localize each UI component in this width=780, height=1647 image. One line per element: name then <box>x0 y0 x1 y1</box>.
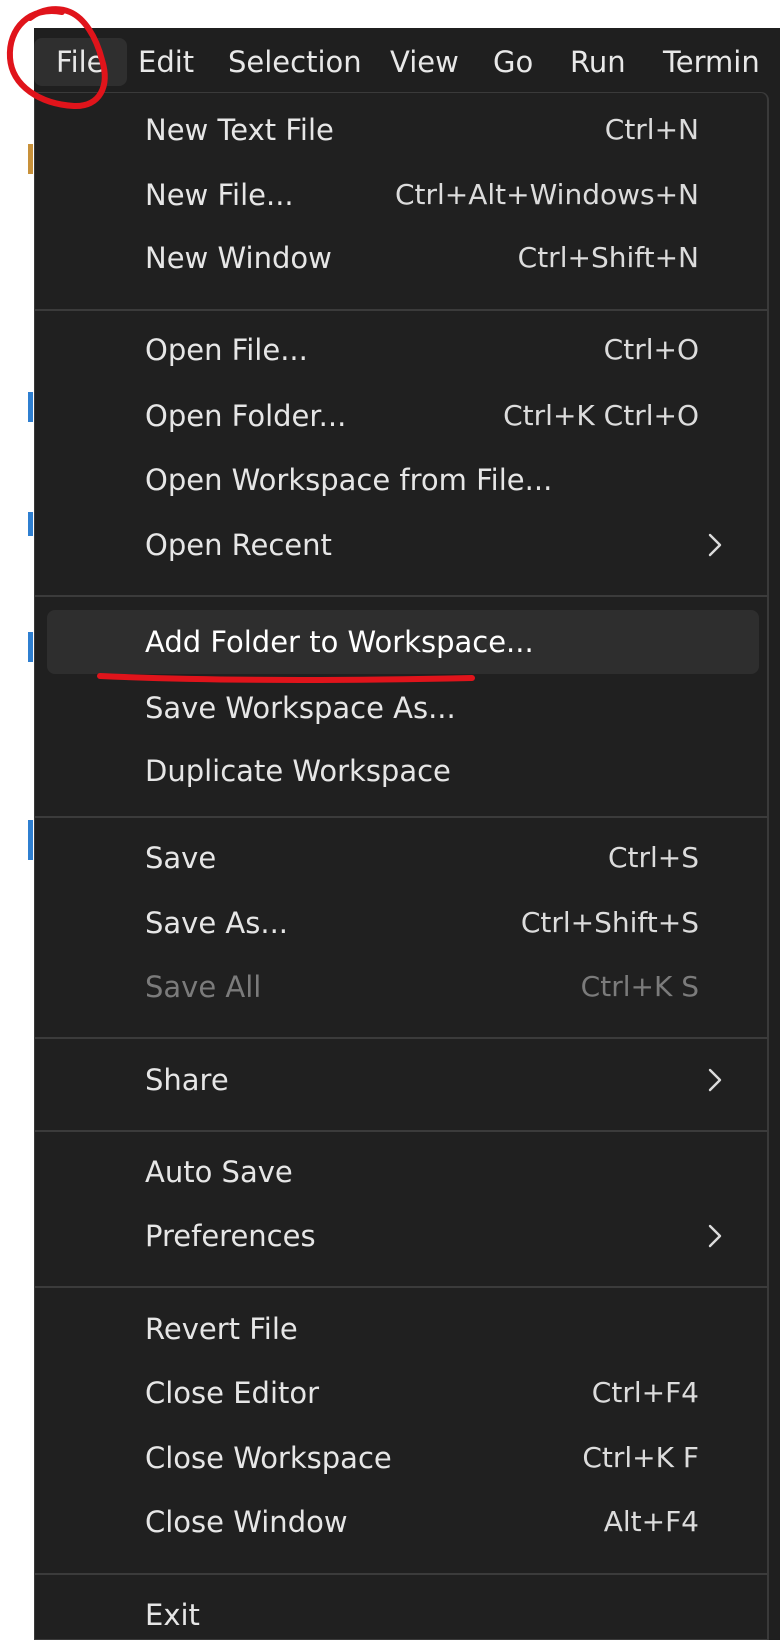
menu-item-share[interactable]: Share <box>47 1048 759 1112</box>
menu-item-label: Open Workspace from File... <box>145 463 553 497</box>
menu-item-label: Duplicate Workspace <box>145 754 451 788</box>
menu-separator <box>35 1130 768 1132</box>
menu-item-close-editor[interactable]: Close Editor Ctrl+F4 <box>47 1361 759 1425</box>
menu-item-exit[interactable]: Exit <box>47 1583 759 1647</box>
gutter-mark <box>28 144 33 174</box>
menubar: File Edit Selection View Go Run Termin <box>34 28 780 92</box>
menu-file[interactable]: File <box>34 38 127 86</box>
menu-item-shortcut: Ctrl+F4 <box>591 1376 699 1409</box>
menu-item-shortcut: Ctrl+Shift+N <box>517 241 699 274</box>
menu-item-label: Preferences <box>145 1219 316 1253</box>
chevron-right-icon <box>708 1068 722 1092</box>
menu-item-label: New Window <box>145 241 332 275</box>
menu-item-label: Open Recent <box>145 528 332 562</box>
menu-item-preferences[interactable]: Preferences <box>47 1204 759 1268</box>
menu-item-label: Save As... <box>145 906 289 940</box>
menu-item-label: Add Folder to Workspace... <box>145 625 534 659</box>
menu-item-shortcut: Ctrl+K S <box>580 970 699 1003</box>
menu-run[interactable]: Run <box>548 38 648 86</box>
menu-separator <box>35 816 768 818</box>
menu-item-label: Close Workspace <box>145 1441 392 1475</box>
menu-selection[interactable]: Selection <box>206 38 384 86</box>
menu-item-label: Open Folder... <box>145 399 347 433</box>
menu-item-label: Open File... <box>145 333 308 367</box>
menu-item-shortcut: Ctrl+Shift+S <box>520 906 699 939</box>
menu-item-label: New File... <box>145 178 294 212</box>
gutter-mark <box>28 820 33 860</box>
menu-item-save-workspace-as[interactable]: Save Workspace As... <box>47 676 759 740</box>
menu-item-shortcut: Ctrl+N <box>604 113 699 146</box>
menu-item-close-workspace[interactable]: Close Workspace Ctrl+K F <box>47 1426 759 1490</box>
menu-item-label: Exit <box>145 1598 200 1632</box>
menu-item-shortcut: Ctrl+O <box>603 333 699 366</box>
menu-item-shortcut: Ctrl+K Ctrl+O <box>503 399 699 432</box>
chevron-right-icon <box>708 1224 722 1248</box>
menu-item-shortcut: Ctrl+S <box>607 841 699 874</box>
menu-view[interactable]: View <box>368 38 481 86</box>
menu-separator <box>35 1573 768 1575</box>
menu-item-open-file[interactable]: Open File... Ctrl+O <box>47 318 759 382</box>
menu-item-open-workspace-from-file[interactable]: Open Workspace from File... <box>47 448 759 512</box>
menu-item-duplicate-workspace[interactable]: Duplicate Workspace <box>47 739 759 803</box>
menu-item-add-folder-to-workspace[interactable]: Add Folder to Workspace... <box>47 610 759 674</box>
menu-item-label: Save <box>145 841 217 875</box>
menu-item-revert-file[interactable]: Revert File <box>47 1297 759 1361</box>
menu-separator <box>35 309 768 311</box>
file-menu-dropdown: New Text File Ctrl+N New File... Ctrl+Al… <box>34 92 769 1640</box>
menu-item-auto-save[interactable]: Auto Save <box>47 1140 759 1204</box>
menu-item-save[interactable]: Save Ctrl+S <box>47 826 759 890</box>
menu-item-label: New Text File <box>145 113 334 147</box>
menu-item-open-folder[interactable]: Open Folder... Ctrl+K Ctrl+O <box>47 384 759 448</box>
menu-item-label: Share <box>145 1063 229 1097</box>
menu-item-new-file[interactable]: New File... Ctrl+Alt+Windows+N <box>47 163 759 227</box>
menu-item-label: Close Editor <box>145 1376 320 1410</box>
menu-item-label: Auto Save <box>145 1155 293 1189</box>
menu-item-shortcut: Ctrl+K F <box>582 1441 699 1474</box>
menu-item-shortcut: Ctrl+Alt+Windows+N <box>394 178 699 211</box>
menu-item-new-window[interactable]: New Window Ctrl+Shift+N <box>47 226 759 290</box>
menu-item-save-all: Save All Ctrl+K S <box>47 955 759 1019</box>
menu-go[interactable]: Go <box>471 38 555 86</box>
menu-item-label: Close Window <box>145 1505 348 1539</box>
menu-item-shortcut: Alt+F4 <box>603 1505 699 1538</box>
menu-item-label: Save Workspace As... <box>145 691 456 725</box>
menu-item-label: Save All <box>145 970 262 1004</box>
menu-item-close-window[interactable]: Close Window Alt+F4 <box>47 1490 759 1554</box>
menu-item-new-text-file[interactable]: New Text File Ctrl+N <box>47 98 759 162</box>
menu-item-label: Revert File <box>145 1312 298 1346</box>
menu-separator <box>35 1286 768 1288</box>
gutter-mark <box>28 392 33 422</box>
menu-item-open-recent[interactable]: Open Recent <box>47 513 759 577</box>
gutter-mark <box>28 512 33 536</box>
menu-separator <box>35 1037 768 1039</box>
menu-edit[interactable]: Edit <box>116 38 216 86</box>
chevron-right-icon <box>708 533 722 557</box>
menu-item-save-as[interactable]: Save As... Ctrl+Shift+S <box>47 891 759 955</box>
menu-terminal[interactable]: Termin <box>641 38 780 86</box>
menu-separator <box>35 595 768 597</box>
gutter-mark <box>28 632 33 662</box>
